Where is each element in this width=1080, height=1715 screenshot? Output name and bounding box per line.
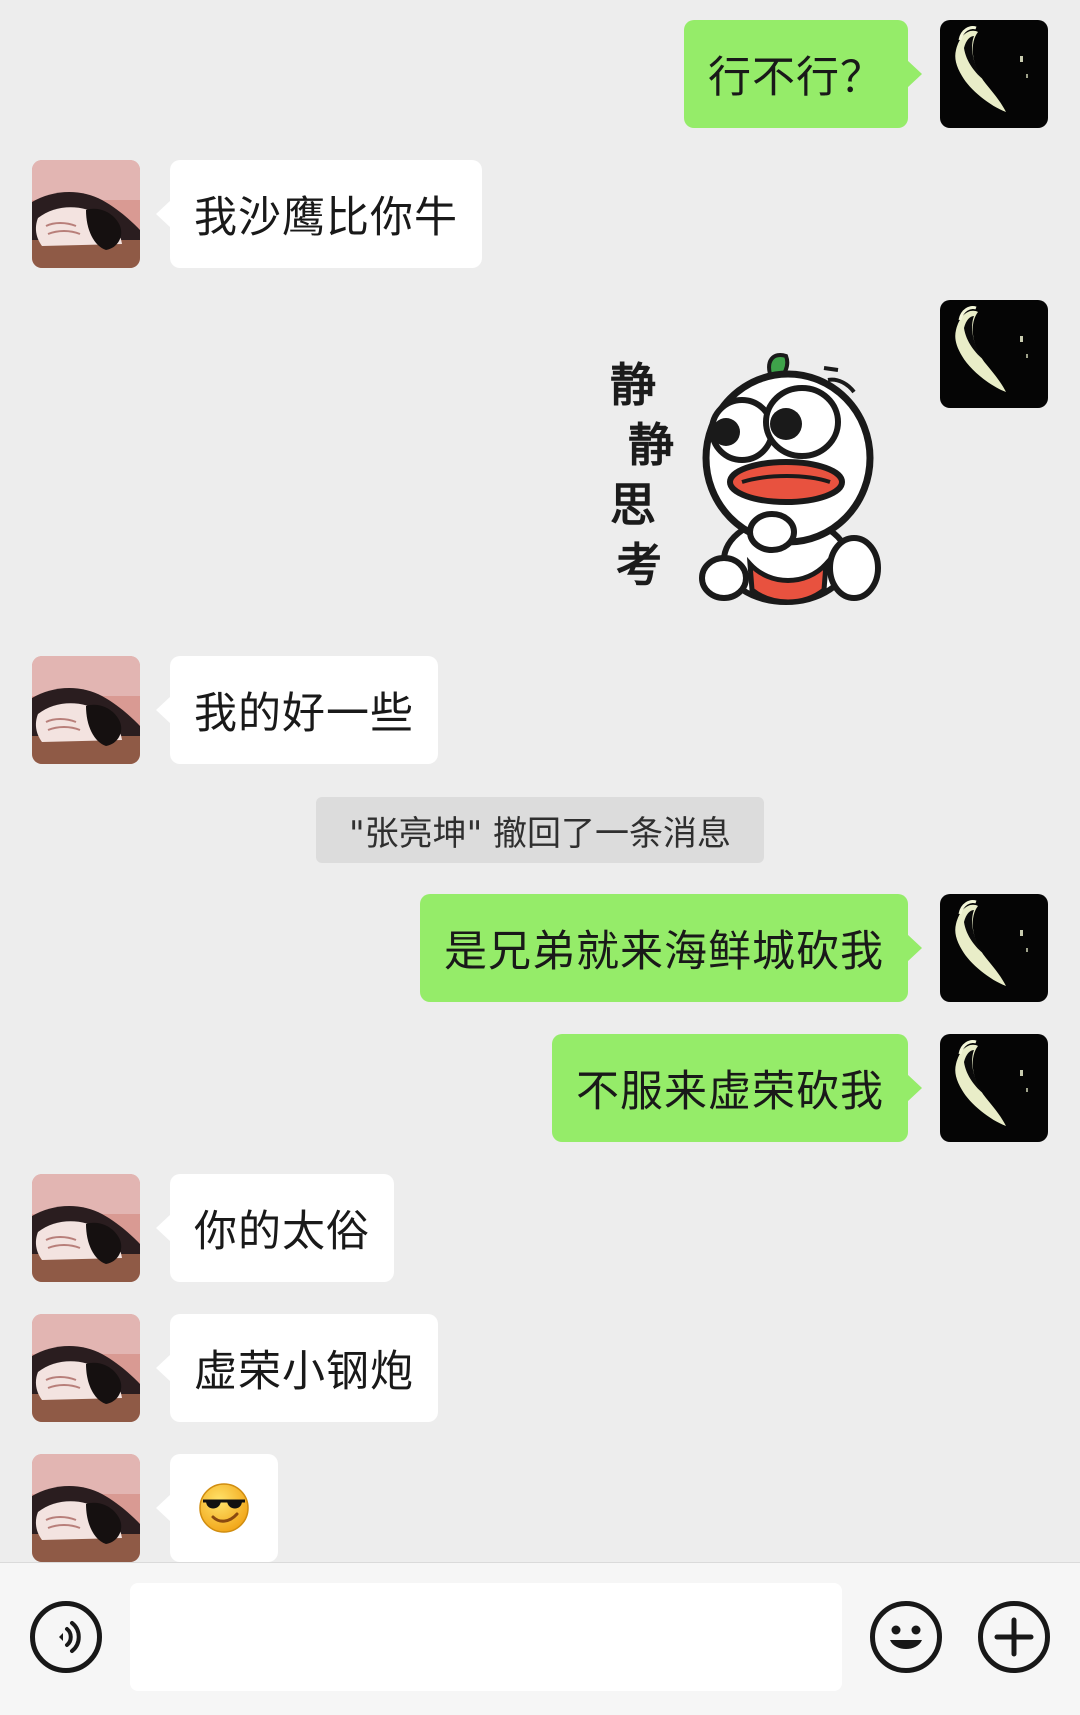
message-bubble[interactable] <box>156 1454 278 1562</box>
sticker-caption-char: 静 <box>610 358 656 412</box>
chat-message-list[interactable]: 行不行？ 我沙鹰比你牛 静 静 思 考 我的好一些 "张亮坤" 撤回了一条消息 … <box>0 0 1080 1562</box>
message-text: 我的好一些 <box>194 689 414 739</box>
more-button[interactable] <box>978 1601 1050 1673</box>
message-row: 我的好一些 <box>0 656 1080 764</box>
radish-cartoon-icon <box>699 353 881 605</box>
sunglasses-smiley-icon <box>199 1483 249 1533</box>
sticker-message[interactable]: 静 静 思 考 <box>600 350 890 620</box>
input-bar <box>0 1562 1080 1715</box>
voice-button[interactable] <box>30 1601 102 1673</box>
message-input[interactable] <box>130 1583 842 1691</box>
message-row: 虚荣小钢炮 <box>0 1314 1080 1422</box>
plus-icon <box>994 1617 1034 1657</box>
message-text: 是兄弟就来海鲜城砍我 <box>444 927 884 977</box>
message-text: 行不行？ <box>708 53 884 103</box>
contact-avatar[interactable] <box>32 1174 140 1282</box>
emoji-icon <box>890 1625 922 1649</box>
message-bubble[interactable]: 是兄弟就来海鲜城砍我 <box>420 894 922 1002</box>
message-row: 行不行？ <box>0 20 1080 128</box>
sticker-caption-char: 思 <box>610 478 656 532</box>
message-row: 是兄弟就来海鲜城砍我 <box>0 894 1080 1002</box>
message-bubble[interactable]: 你的太俗 <box>156 1174 394 1282</box>
contact-avatar[interactable] <box>32 656 140 764</box>
contact-avatar[interactable] <box>32 1314 140 1422</box>
emoji-button[interactable] <box>870 1601 942 1673</box>
message-bubble[interactable]: 我沙鹰比你牛 <box>156 160 482 268</box>
my-avatar[interactable] <box>940 894 1048 1002</box>
sticker-caption-char: 静 <box>628 418 674 472</box>
message-row: 你的太俗 <box>0 1174 1080 1282</box>
message-row: 不服来虚荣砍我 <box>0 1034 1080 1142</box>
my-avatar[interactable] <box>940 1034 1048 1142</box>
recall-notice-text: "张亮坤" 撤回了一条消息 <box>348 813 732 854</box>
message-bubble[interactable]: 我的好一些 <box>156 656 438 764</box>
voice-icon <box>59 1621 81 1653</box>
recall-notice: "张亮坤" 撤回了一条消息 <box>316 797 764 863</box>
contact-avatar[interactable] <box>32 1454 140 1562</box>
message-bubble[interactable]: 行不行？ <box>684 20 922 128</box>
message-row: 静 静 思 考 <box>0 300 1080 630</box>
message-text: 我沙鹰比你牛 <box>194 193 458 243</box>
my-avatar[interactable] <box>940 300 1048 408</box>
message-bubble[interactable]: 虚荣小钢炮 <box>156 1314 438 1422</box>
message-text: 你的太俗 <box>194 1207 370 1257</box>
message-row <box>0 1454 1080 1562</box>
message-text: 不服来虚荣砍我 <box>576 1067 884 1117</box>
message-text: 虚荣小钢炮 <box>194 1347 414 1397</box>
message-row: 我沙鹰比你牛 <box>0 160 1080 268</box>
contact-avatar[interactable] <box>32 160 140 268</box>
message-bubble[interactable]: 不服来虚荣砍我 <box>552 1034 922 1142</box>
sticker-caption-char: 考 <box>616 538 662 592</box>
my-avatar[interactable] <box>940 20 1048 128</box>
